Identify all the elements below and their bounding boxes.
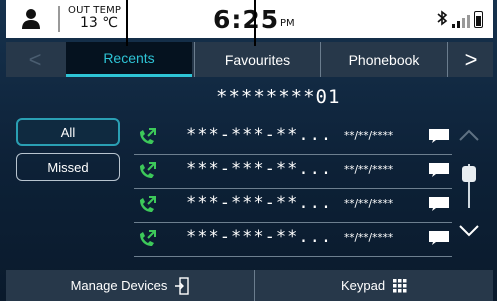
call-number: ***-***-**... [186, 125, 333, 145]
filter-missed-button[interactable]: Missed [16, 153, 120, 181]
filter-all-button[interactable]: All [16, 118, 120, 146]
call-date: **/**/**** [344, 198, 394, 210]
status-bar: OUT TEMP 13 ℃ 6:25 PM [6, 0, 493, 38]
tab-recents[interactable]: Recents [66, 42, 192, 77]
outside-temp-value: 13 ℃ [80, 15, 118, 31]
scroll-down-icon[interactable] [458, 222, 480, 240]
infotainment-screen: OUT TEMP 13 ℃ 6:25 PM < Recents Favourit… [0, 0, 497, 301]
callout-line-recents [126, 0, 128, 46]
call-number: ***-***-**... [186, 193, 333, 213]
bluetooth-icon [436, 10, 448, 30]
manage-devices-label: Manage Devices [70, 278, 168, 293]
outgoing-call-icon [140, 196, 156, 212]
call-list-item[interactable]: ***-***-**... **/**/**** [134, 222, 452, 257]
outgoing-call-icon [140, 162, 156, 178]
callout-line-favourites [254, 0, 256, 46]
outgoing-call-icon [140, 230, 156, 246]
user-icon[interactable] [6, 4, 56, 34]
message-icon[interactable] [428, 162, 450, 178]
call-list-item[interactable]: ***-***-**... **/**/**** [134, 120, 452, 155]
call-number: ***-***-**... [186, 159, 333, 179]
call-list-item[interactable]: ***-***-**... **/**/**** [134, 154, 452, 189]
clock-time: 6:25 [213, 5, 280, 34]
device-switch-icon [175, 276, 190, 295]
call-date: **/**/**** [344, 164, 394, 176]
call-number: ***-***-**... [186, 227, 333, 247]
tab-prev-button[interactable]: < [6, 42, 64, 77]
tab-next-button[interactable]: > [449, 42, 493, 77]
keypad-button[interactable]: Keypad [255, 270, 493, 301]
message-icon[interactable] [428, 196, 450, 212]
call-list-item[interactable]: ***-***-**... **/**/**** [134, 188, 452, 223]
contact-name: ********01 [216, 86, 341, 108]
tab-phonebook[interactable]: Phonebook [320, 42, 448, 77]
keypad-grid-icon [393, 278, 407, 292]
scrollbar-thumb[interactable] [462, 166, 476, 182]
battery-icon [474, 11, 483, 28]
manage-devices-button[interactable]: Manage Devices [6, 270, 255, 301]
call-date: **/**/**** [344, 130, 394, 142]
signal-icon [452, 13, 470, 28]
phone-tabs: < Recents Favourites Phonebook > [6, 42, 493, 77]
message-icon[interactable] [428, 128, 450, 144]
outgoing-call-icon [140, 128, 156, 144]
keypad-label: Keypad [340, 278, 386, 293]
bottom-bar: Manage Devices Keypad [6, 270, 493, 301]
scroll-up-icon[interactable] [458, 126, 480, 144]
status-divider [58, 6, 60, 32]
call-date: **/**/**** [344, 232, 394, 244]
tab-favourites[interactable]: Favourites [194, 42, 320, 77]
message-icon[interactable] [428, 230, 450, 246]
clock-ampm: PM [280, 18, 295, 29]
